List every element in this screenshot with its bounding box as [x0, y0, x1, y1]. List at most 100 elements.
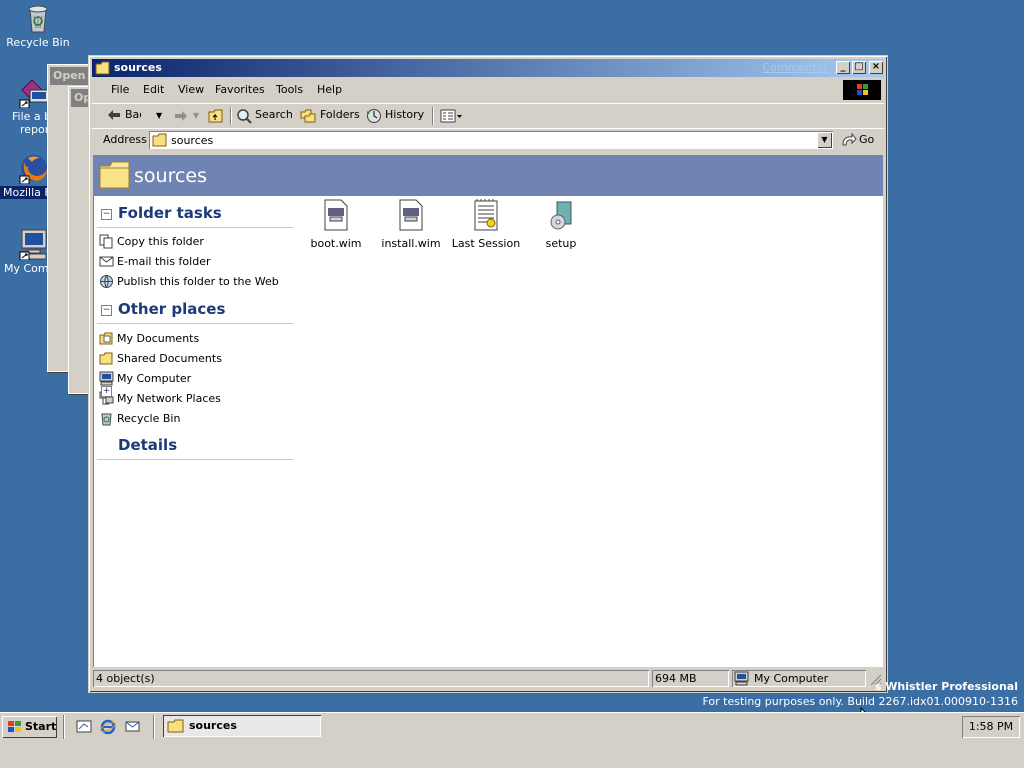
address-dropdown-button[interactable]: ▼ [817, 132, 832, 148]
file-item[interactable]: install.wim [374, 199, 448, 250]
publish-web-icon [99, 274, 114, 289]
outlook-express-icon[interactable] [124, 718, 141, 735]
email-icon [99, 254, 114, 269]
other-places-heading[interactable]: Other places [118, 300, 225, 318]
folder-banner: sources [93, 155, 883, 196]
file-item[interactable]: setup [524, 199, 598, 250]
standard-toolbar: Back ▼ ▼ Search Folders History [92, 103, 884, 129]
details-expand-icon[interactable]: + [101, 386, 112, 397]
menu-edit[interactable]: Edit [143, 83, 164, 96]
folder-view: sources − Folder tasks Copy this folder … [93, 155, 883, 667]
file-name: Last Session [451, 237, 521, 250]
file-name: boot.wim [310, 237, 362, 250]
go-arrow-icon [841, 132, 857, 150]
start-button[interactable]: Start [2, 716, 57, 738]
taskbar: Start sources 1:58 PM [0, 712, 1024, 768]
system-tray-clock[interactable]: 1:58 PM [962, 716, 1020, 738]
menu-view[interactable]: View [178, 83, 204, 96]
back-button[interactable]: Back [125, 108, 141, 121]
internet-explorer-icon[interactable] [100, 718, 117, 735]
search-button[interactable]: Search [255, 108, 293, 121]
windows-logo-icon [843, 80, 881, 100]
status-bar: 4 object(s) 694 MB My Computer [92, 669, 884, 689]
explorer-window[interactable]: sources Comments? _ □ × File Edit View F… [88, 55, 888, 693]
folders-icon [300, 108, 316, 127]
text-document-icon [473, 199, 499, 231]
wim-file-icon [398, 199, 424, 231]
task-copy-folder[interactable]: Copy this folder [117, 235, 204, 248]
address-folder-icon [152, 133, 168, 150]
start-windows-icon [6, 720, 24, 742]
other-places-collapse-icon[interactable]: − [101, 305, 112, 316]
menu-file[interactable]: File [111, 83, 129, 96]
search-icon [236, 108, 252, 127]
taskbar-button-sources[interactable]: sources [163, 715, 321, 737]
shared-documents-icon [99, 351, 114, 366]
desktop-icon-recycle-bin[interactable]: Recycle Bin [0, 2, 76, 49]
setup-cd-icon [548, 199, 574, 231]
show-desktop-icon[interactable] [76, 718, 93, 735]
details-heading[interactable]: Details [118, 436, 177, 454]
place-my-computer[interactable]: My Computer [117, 372, 191, 385]
file-name: setup [545, 237, 577, 250]
back-arrow-icon [107, 109, 121, 124]
build-watermark-title: s Whistler Professional [874, 680, 1018, 693]
status-size: 694 MB [652, 670, 729, 687]
forward-arrow-icon[interactable] [174, 110, 188, 125]
firefox-icon [18, 152, 48, 185]
menu-bar: File Edit View Favorites Tools Help [92, 79, 884, 101]
banner-title: sources [134, 165, 207, 187]
file-item[interactable]: boot.wim [299, 199, 373, 250]
task-publish-folder[interactable]: Publish this folder to the Web [117, 275, 279, 288]
file-item[interactable]: Last Session [449, 199, 523, 250]
place-my-network-places[interactable]: My Network Places [117, 392, 221, 405]
my-computer-small-icon [99, 371, 114, 386]
recycle-bin-small-icon [99, 411, 114, 426]
copy-folder-icon [99, 234, 114, 249]
my-computer-icon [18, 228, 48, 261]
menu-help[interactable]: Help [317, 83, 342, 96]
go-button[interactable]: Go [859, 133, 874, 146]
views-icon[interactable] [440, 109, 464, 126]
wim-file-icon [323, 199, 349, 231]
title-bar[interactable]: sources Comments? _ □ × [92, 59, 884, 77]
minimize-button[interactable]: _ [836, 61, 850, 74]
place-recycle-bin[interactable]: Recycle Bin [117, 412, 180, 425]
menu-favorites[interactable]: Favorites [215, 83, 265, 96]
close-button[interactable]: × [869, 61, 883, 74]
file-name: install.wim [381, 237, 441, 250]
forward-dropdown-icon[interactable]: ▼ [193, 111, 199, 120]
desktop-icon-mozilla-firefox[interactable]: Mozilla Fir [0, 152, 48, 199]
zone-computer-icon [734, 671, 750, 687]
history-icon [366, 108, 382, 127]
address-input[interactable]: sources ▼ [149, 131, 833, 149]
folders-button[interactable]: Folders [320, 108, 360, 121]
start-label: Start [25, 720, 57, 733]
up-folder-icon[interactable] [208, 109, 224, 126]
banner-folder-icon [99, 160, 131, 193]
place-my-documents[interactable]: My Documents [117, 332, 199, 345]
my-documents-icon [99, 331, 114, 346]
task-email-folder[interactable]: E-mail this folder [117, 255, 210, 268]
desktop-icon-file-bug-report[interactable]: File a b... repor [0, 76, 62, 136]
history-button[interactable]: History [385, 108, 424, 121]
folder-tasks-heading[interactable]: Folder tasks [118, 204, 222, 222]
status-zone-label: My Computer [754, 672, 829, 685]
address-label: Address [103, 133, 147, 146]
desktop-icon-my-computer[interactable]: My Comp [0, 228, 48, 275]
recycle-bin-icon [22, 2, 54, 34]
place-shared-documents[interactable]: Shared Documents [117, 352, 222, 365]
task-label: sources [189, 719, 237, 732]
menu-tools[interactable]: Tools [276, 83, 303, 96]
window-title: sources [114, 61, 162, 74]
comments-link[interactable]: Comments? [763, 61, 828, 74]
address-value: sources [171, 134, 214, 147]
back-dropdown-icon[interactable]: ▼ [156, 111, 162, 120]
bug-report-icon [18, 76, 50, 109]
status-object-count: 4 object(s) [93, 670, 649, 687]
status-zone: My Computer [732, 670, 866, 687]
folder-tasks-collapse-icon[interactable]: − [101, 209, 112, 220]
task-folder-icon [167, 718, 185, 742]
folder-icon [95, 61, 111, 78]
maximize-button[interactable]: □ [852, 61, 866, 74]
